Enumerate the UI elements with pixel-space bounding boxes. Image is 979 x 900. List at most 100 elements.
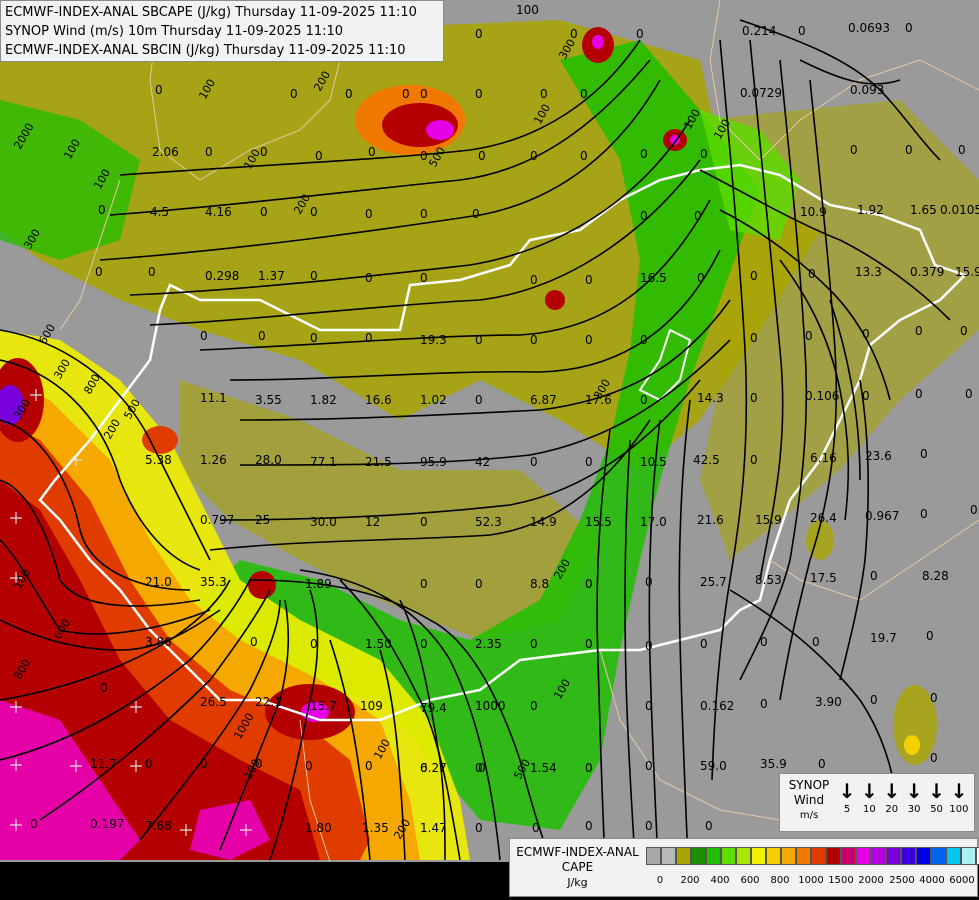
wind-legend-title: SYNOP (788, 778, 830, 792)
cin-value-label: 0 (930, 691, 938, 705)
wind-legend-items: ↓ 5 ↓ 10 ↓ 20 ↓ 30 ↓ 50 ↓ 100 (836, 778, 970, 828)
cin-value-label: 0 (532, 821, 540, 835)
cin-value-label: 0 (365, 207, 373, 221)
cin-value-label: 2.35 (475, 637, 502, 651)
cin-value-label: 21.6 (697, 513, 724, 527)
cin-value-label: 0 (760, 635, 768, 649)
cin-value-label: 0 (808, 267, 816, 281)
cin-value-label: 0 (585, 761, 593, 775)
wind-legend-speed: 5 (843, 804, 851, 815)
cin-value-label: 0.0693 (848, 21, 890, 35)
cape-color-swatch (661, 847, 676, 865)
cin-value-label: 0.379 (910, 265, 944, 279)
cin-value-label: 1.02 (420, 393, 447, 407)
cape-color-swatch (691, 847, 706, 865)
cape-color-swatch (901, 847, 916, 865)
cin-value-label: 6.87 (530, 393, 557, 407)
wind-legend-speed: 10 (863, 804, 876, 815)
wind-legend-speed: 50 (930, 804, 943, 815)
cin-value-label: 0 (345, 87, 353, 101)
cin-value-label: 0 (402, 87, 410, 101)
cape-color-scale (646, 847, 979, 865)
cin-value-label: 109 (360, 699, 383, 713)
cin-value-label: 0 (750, 331, 758, 345)
cape-scale-tick: 6000 (949, 875, 975, 886)
cin-value-label: 0 (365, 331, 373, 345)
cin-value-label: 16.6 (365, 393, 392, 407)
wind-legend-item: ↓ 20 (881, 778, 903, 828)
cin-value-label: 1.37 (258, 269, 285, 283)
cin-value-label: 0 (580, 149, 588, 163)
cin-value-label: 1.35 (362, 821, 389, 835)
cin-value-label: 0 (920, 507, 928, 521)
cin-value-label: 14.9 (530, 515, 557, 529)
cin-value-label: 95.9 (420, 455, 447, 469)
cin-value-label: 2.06 (152, 145, 179, 159)
cin-value-label: 0 (475, 87, 483, 101)
cin-value-label: 0 (700, 637, 708, 651)
cin-value-label: 0 (798, 24, 806, 38)
cin-value-label: 21.5 (365, 455, 392, 469)
cin-value-label: 0 (530, 273, 538, 287)
cape-legend-title: ECMWF-INDEX-ANAL (516, 845, 639, 859)
cin-value-label: 42.5 (693, 453, 720, 467)
cin-value-label: 10.9 (800, 205, 827, 219)
wind-legend-item: ↓ 10 (858, 778, 880, 828)
cape-scale-tick: 400 (710, 875, 730, 886)
cin-value-label: 7.68 (145, 819, 172, 833)
cape-color-swatch (946, 847, 961, 865)
cin-value-label: 0.967 (865, 509, 899, 523)
down-arrow-icon: ↓ (838, 779, 856, 803)
cin-value-label: 14.3 (697, 391, 724, 405)
cin-value-label: 0 (750, 391, 758, 405)
cin-value-label: 0 (700, 147, 708, 161)
cin-value-label: 0.106 (805, 389, 839, 403)
cin-value-label: 8.8 (530, 577, 549, 591)
cin-value-label: 1.26 (200, 453, 227, 467)
cin-value-label: 1.47 (420, 821, 447, 835)
cin-value-label: 0.0105 (940, 203, 979, 217)
cin-value-label: 1.92 (857, 203, 884, 217)
cin-value-label: 16.5 (640, 271, 667, 285)
cape-field-layer: 1000 0 0 0.214 0 0.0693 00 0 0 0 0.0729 0.0930 0 002.… (0, 0, 979, 900)
cape-color-swatch (961, 847, 976, 865)
cin-value-label: 0 (570, 27, 578, 41)
cin-value-label: 59.0 (700, 759, 727, 773)
cin-value-label: 0 (98, 203, 106, 217)
cape-color-swatch (886, 847, 901, 865)
cin-value-label: 0 (478, 761, 486, 775)
cin-value-label: 0 (915, 387, 923, 401)
cin-value-label: 0 (694, 209, 702, 223)
cin-value-label: 26.5 (200, 695, 227, 709)
cin-value-label: 0 (870, 569, 878, 583)
cin-value-label: 0 (148, 265, 156, 279)
cin-value-label: 0 (760, 697, 768, 711)
cin-value-label: 0 (205, 145, 213, 159)
cin-value-label: 0 (645, 639, 653, 653)
cin-value-label: 15.9 (955, 265, 979, 279)
cin-value-label: 0 (750, 269, 758, 283)
cape-color-swatch (841, 847, 856, 865)
cin-value-label: 0 (258, 329, 266, 343)
cin-value-label: 25.7 (700, 575, 727, 589)
cin-value-label: 0 (315, 149, 323, 163)
cin-value-label: 11.7 (90, 757, 117, 771)
down-arrow-icon: ↓ (928, 779, 945, 803)
cin-value-label: 0 (640, 333, 648, 347)
wind-legend: SYNOP Wind m/s ↓ 5 ↓ 10 ↓ 20 ↓ 30 ↓ 50 ↓ 100 (779, 773, 975, 832)
cin-value-label: 19.7 (870, 631, 897, 645)
cin-value-label: 1.50 (365, 637, 392, 651)
cin-value-label: 8.53 (755, 573, 782, 587)
cin-value-label: 0 (960, 324, 968, 338)
cin-value-label: 0 (530, 333, 538, 347)
wind-legend-speed: 30 (907, 804, 921, 815)
cin-value-label: 0 (310, 269, 318, 283)
cin-value-label: 0 (905, 143, 913, 157)
cin-value-label: 0.093 (850, 83, 884, 97)
cape-color-swatch (766, 847, 781, 865)
cin-value-label: 19.3 (420, 333, 447, 347)
cin-value-label: 0 (310, 331, 318, 345)
wind-legend-speed: 20 (885, 804, 899, 815)
cape-legend-subtitle: CAPE (561, 860, 594, 874)
cin-value-label: 1.54 (530, 761, 557, 775)
